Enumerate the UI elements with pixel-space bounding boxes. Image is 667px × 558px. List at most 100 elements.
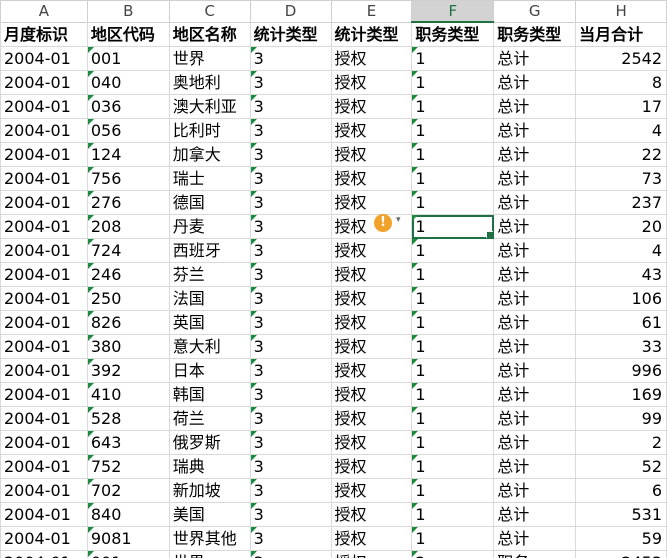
cell[interactable]: 840 [86, 502, 170, 527]
cell[interactable]: 4 [575, 118, 667, 143]
header-cell[interactable]: 地区名称 [168, 21, 251, 47]
column-header-g[interactable]: G [493, 0, 577, 23]
cell[interactable]: 2004-01 [0, 454, 88, 479]
cell[interactable]: 授权 [330, 70, 413, 95]
cell[interactable]: 3 [249, 142, 332, 167]
cell[interactable]: 世界 [168, 46, 251, 71]
column-header-e[interactable]: E [330, 0, 413, 23]
cell[interactable]: 6 [575, 478, 667, 503]
header-cell[interactable]: 月度标识 [0, 21, 88, 47]
cell[interactable]: 22 [575, 142, 667, 167]
cell[interactable]: 授权 [330, 454, 413, 479]
cell[interactable]: 3 [249, 406, 332, 431]
cell[interactable]: 总计 [493, 46, 577, 71]
cell[interactable]: 33 [575, 334, 667, 359]
cell[interactable]: 1 [411, 46, 495, 71]
cell[interactable]: 2004-01 [0, 94, 88, 119]
cell[interactable]: 724 [86, 238, 170, 263]
exclamation-warning-icon[interactable]: ! [374, 214, 392, 232]
cell[interactable]: 授权 [330, 382, 413, 407]
cell[interactable]: 总计 [493, 166, 577, 191]
cell[interactable]: 1 [411, 94, 495, 119]
cell[interactable]: 授权 [330, 550, 413, 558]
cell[interactable]: 总计 [493, 94, 577, 119]
cell[interactable]: 208 [86, 214, 170, 239]
cell[interactable]: 瑞典 [168, 454, 251, 479]
chevron-down-icon[interactable]: ▾ [396, 215, 401, 225]
cell[interactable]: 3 [249, 190, 332, 215]
cell[interactable]: 643 [86, 430, 170, 455]
cell[interactable]: 芬兰 [168, 262, 251, 287]
cell[interactable]: 总计 [493, 214, 577, 239]
cell[interactable]: 总计 [493, 526, 577, 551]
cell[interactable]: 2004-01 [0, 550, 88, 558]
column-header-c[interactable]: C [168, 0, 251, 23]
cell[interactable]: 3 [249, 334, 332, 359]
cell[interactable]: 2453 [575, 550, 667, 558]
cell[interactable]: 392 [86, 358, 170, 383]
cell[interactable]: 2004-01 [0, 430, 88, 455]
cell[interactable]: 1 [411, 262, 495, 287]
cell[interactable]: 826 [86, 310, 170, 335]
cell[interactable]: 1 [411, 334, 495, 359]
cell[interactable]: 1 [411, 526, 495, 551]
cell[interactable]: 授权 [330, 430, 413, 455]
cell[interactable]: 2004-01 [0, 310, 88, 335]
cell[interactable]: 授权 [330, 334, 413, 359]
cell[interactable]: 2004-01 [0, 118, 88, 143]
cell[interactable]: 2004-01 [0, 190, 88, 215]
cell[interactable]: 丹麦 [168, 214, 251, 239]
cell[interactable]: 新加坡 [168, 478, 251, 503]
cell[interactable]: 总计 [493, 286, 577, 311]
cell[interactable]: 1 [411, 358, 495, 383]
cell[interactable]: 2004-01 [0, 262, 88, 287]
cell[interactable]: 1 [411, 70, 495, 95]
cell[interactable]: 德国 [168, 190, 251, 215]
cell[interactable]: 99 [575, 406, 667, 431]
cell[interactable]: 2004-01 [0, 214, 88, 239]
cell[interactable]: 授权 [330, 478, 413, 503]
cell[interactable]: 17 [575, 94, 667, 119]
cell[interactable]: 总计 [493, 334, 577, 359]
cell[interactable]: 授权 [330, 166, 413, 191]
cell[interactable]: 040 [86, 70, 170, 95]
cell[interactable]: 1 [411, 238, 495, 263]
cell[interactable]: 总计 [493, 310, 577, 335]
cell[interactable]: 荷兰 [168, 406, 251, 431]
cell[interactable]: 3 [249, 214, 332, 239]
header-cell[interactable]: 职务类型 [411, 21, 495, 47]
cell[interactable]: 752 [86, 454, 170, 479]
cell[interactable]: 2 [411, 550, 495, 558]
cell[interactable]: 授权 [330, 310, 413, 335]
cell[interactable]: 职务 [493, 550, 577, 558]
cell[interactable]: 总计 [493, 358, 577, 383]
cell[interactable]: 加拿大 [168, 142, 251, 167]
cell[interactable]: 授权 [330, 142, 413, 167]
cell[interactable]: 3 [249, 166, 332, 191]
cell[interactable]: 2004-01 [0, 70, 88, 95]
cell[interactable]: 9081 [86, 526, 170, 551]
cell[interactable]: 61 [575, 310, 667, 335]
cell[interactable]: 美国 [168, 502, 251, 527]
cell[interactable]: 20 [575, 214, 667, 239]
cell[interactable]: 总计 [493, 382, 577, 407]
cell[interactable]: 1 [411, 382, 495, 407]
cell[interactable]: 西班牙 [168, 238, 251, 263]
cell[interactable]: 意大利 [168, 334, 251, 359]
cell[interactable]: 总计 [493, 190, 577, 215]
column-header-b[interactable]: B [86, 0, 170, 23]
cell[interactable]: 380 [86, 334, 170, 359]
cell[interactable]: 1 [411, 406, 495, 431]
cell[interactable]: 250 [86, 286, 170, 311]
cell[interactable]: 2 [575, 430, 667, 455]
cell[interactable]: 2004-01 [0, 358, 88, 383]
cell[interactable]: 总计 [493, 502, 577, 527]
cell[interactable]: 总计 [493, 454, 577, 479]
cell[interactable]: 3 [249, 70, 332, 95]
header-cell[interactable]: 当月合计 [575, 21, 667, 47]
cell[interactable]: 1 [411, 166, 495, 191]
cell[interactable]: 43 [575, 262, 667, 287]
column-header-a[interactable]: A [0, 0, 88, 23]
cell[interactable]: 授权 [330, 406, 413, 431]
cell[interactable]: 2004-01 [0, 46, 88, 71]
